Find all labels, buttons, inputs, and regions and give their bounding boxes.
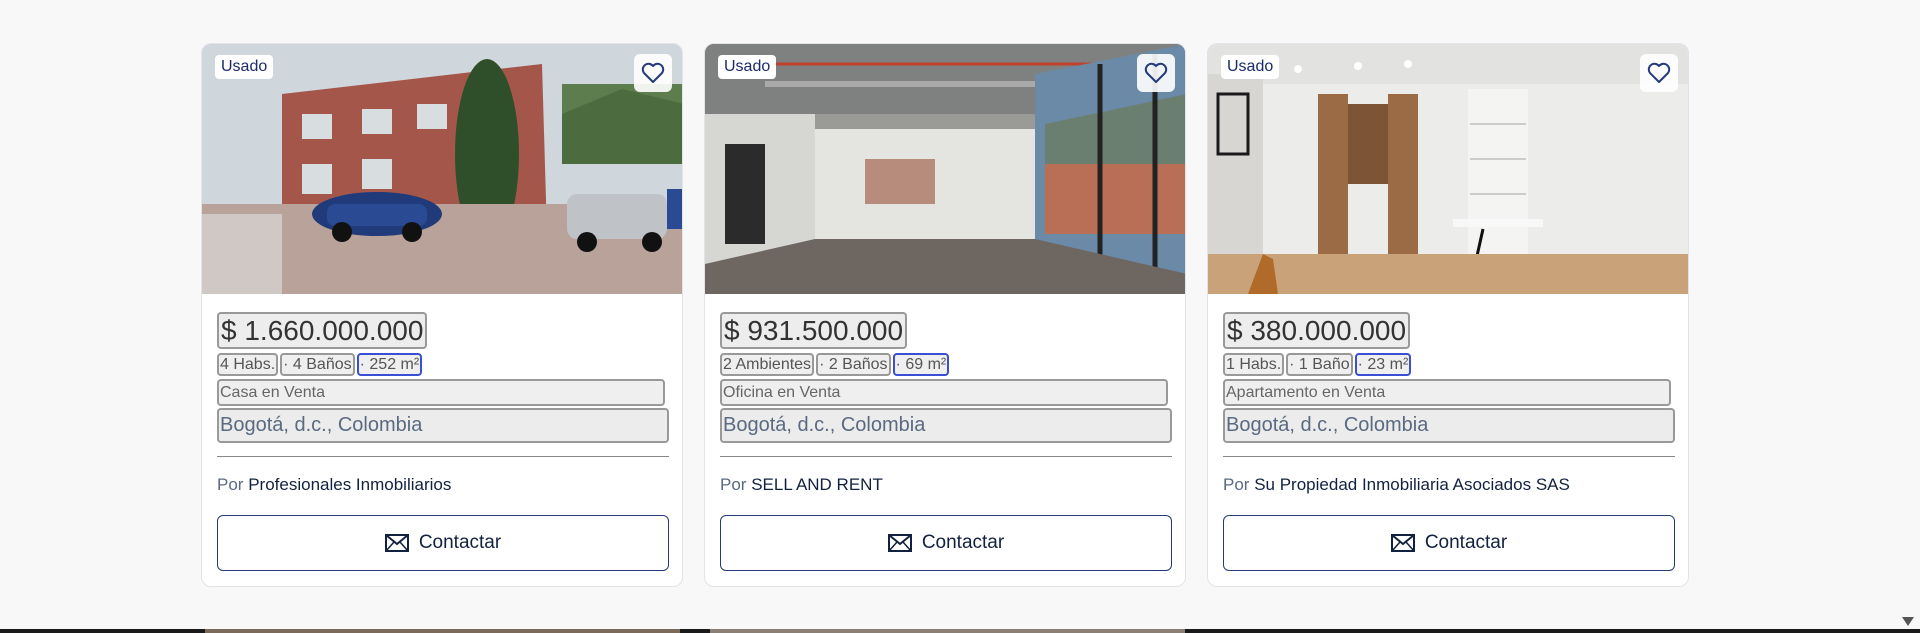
office-interior-photo bbox=[705, 44, 1185, 294]
next-card-edge bbox=[205, 629, 680, 633]
rooms-feature: 1 Habs. bbox=[1223, 353, 1285, 376]
next-card-edge bbox=[710, 629, 1185, 633]
divider bbox=[1223, 456, 1675, 457]
favorite-button[interactable] bbox=[1640, 54, 1678, 92]
area-feature: · 252 m² bbox=[356, 353, 423, 376]
favorite-button[interactable] bbox=[1137, 54, 1175, 92]
mail-icon bbox=[887, 534, 912, 552]
agency-line: Por Profesionales Inmobiliarios bbox=[217, 475, 667, 495]
property-type: Casa en Venta bbox=[217, 379, 665, 406]
scroll-down-arrow-icon[interactable] bbox=[1902, 617, 1914, 627]
mail-icon bbox=[384, 534, 409, 552]
agency-name[interactable]: Su Propiedad Inmobiliaria Asociados SAS bbox=[1254, 475, 1570, 494]
listing-card[interactable]: Usado $ 1.660.000.000 4 Habs. · 4 Baños … bbox=[201, 43, 683, 587]
listing-photo[interactable]: Usado bbox=[202, 44, 682, 294]
contact-label: Contactar bbox=[418, 532, 502, 553]
area-feature: · 69 m² bbox=[892, 353, 950, 376]
property-type: Oficina en Venta bbox=[720, 379, 1168, 406]
baths-feature: · 1 Baño bbox=[1286, 353, 1353, 376]
by-prefix: Por bbox=[720, 475, 747, 494]
listing-photo[interactable]: Usado bbox=[705, 44, 1185, 294]
baths-feature: · 2 Baños bbox=[816, 353, 891, 376]
listing-price: $ 931.500.000 bbox=[720, 312, 908, 349]
feature-list: 1 Habs. · 1 Baño · 23 m² bbox=[1223, 353, 1673, 376]
contact-label: Contactar bbox=[921, 532, 1005, 553]
agency-name[interactable]: SELL AND RENT bbox=[751, 475, 883, 494]
agency-name[interactable]: Profesionales Inmobiliarios bbox=[248, 475, 451, 494]
rooms-feature: 4 Habs. bbox=[217, 353, 279, 376]
heart-icon bbox=[1144, 62, 1168, 83]
next-row-cards-edge bbox=[0, 629, 1920, 633]
contact-button[interactable]: Contactar bbox=[1223, 515, 1675, 571]
baths-feature: · 4 Baños bbox=[280, 353, 355, 376]
heart-icon bbox=[641, 62, 665, 83]
listing-price: $ 380.000.000 bbox=[1223, 312, 1411, 349]
favorite-button[interactable] bbox=[634, 54, 672, 92]
divider bbox=[217, 456, 669, 457]
feature-list: 4 Habs. · 4 Baños · 252 m² bbox=[217, 353, 667, 376]
by-prefix: Por bbox=[1223, 475, 1250, 494]
divider bbox=[720, 456, 1172, 457]
apartment-interior-photo bbox=[1208, 44, 1688, 294]
listing-location: Bogotá, d.c., Colombia bbox=[720, 408, 1172, 443]
listing-card[interactable]: Usado $ 380.000.000 1 Habs. · 1 Baño · 2… bbox=[1207, 43, 1689, 587]
feature-list: 2 Ambientes · 2 Baños · 69 m² bbox=[720, 353, 1170, 376]
listing-grid: Usado $ 1.660.000.000 4 Habs. · 4 Baños … bbox=[201, 43, 1689, 587]
agency-line: Por SELL AND RENT bbox=[720, 475, 1170, 495]
area-feature: · 23 m² bbox=[1354, 353, 1412, 376]
listing-location: Bogotá, d.c., Colombia bbox=[1223, 408, 1675, 443]
rooms-feature: 2 Ambientes bbox=[720, 353, 815, 376]
house-exterior-photo bbox=[202, 44, 682, 294]
contact-label: Contactar bbox=[1424, 532, 1508, 553]
condition-badge: Usado bbox=[215, 55, 274, 79]
by-prefix: Por bbox=[217, 475, 244, 494]
listing-price: $ 1.660.000.000 bbox=[217, 312, 428, 349]
listing-location: Bogotá, d.c., Colombia bbox=[217, 408, 669, 443]
condition-badge: Usado bbox=[718, 55, 777, 79]
agency-line: Por Su Propiedad Inmobiliaria Asociados … bbox=[1223, 475, 1673, 495]
contact-button[interactable]: Contactar bbox=[720, 515, 1172, 571]
listing-photo[interactable]: Usado bbox=[1208, 44, 1688, 294]
condition-badge: Usado bbox=[1221, 55, 1280, 79]
listing-card[interactable]: Usado $ 931.500.000 2 Ambientes · 2 Baño… bbox=[704, 43, 1186, 587]
mail-icon bbox=[1390, 534, 1415, 552]
property-type: Apartamento en Venta bbox=[1223, 379, 1671, 406]
heart-icon bbox=[1647, 62, 1671, 83]
contact-button[interactable]: Contactar bbox=[217, 515, 669, 571]
